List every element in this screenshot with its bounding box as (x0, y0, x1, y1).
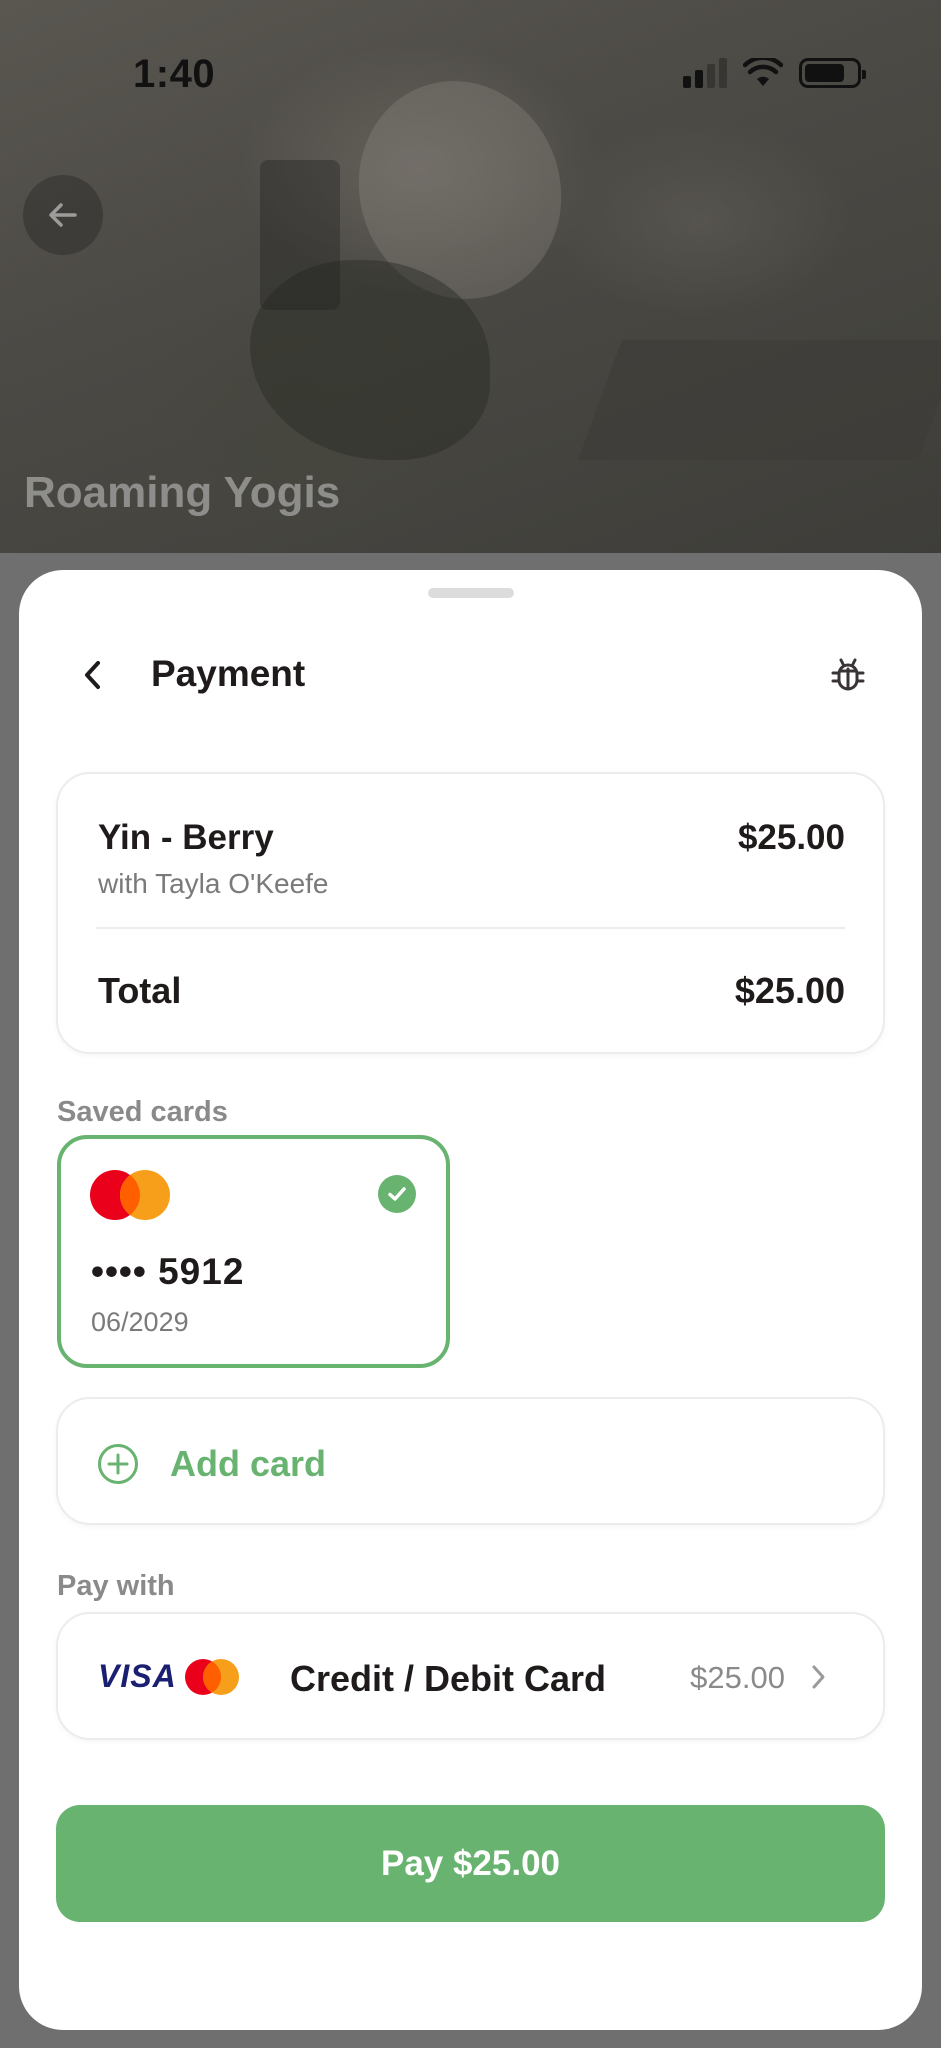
saved-cards-label: Saved cards (57, 1096, 228, 1128)
chevron-left-icon (85, 661, 100, 689)
pay-button[interactable]: Pay $25.00 (56, 1805, 885, 1922)
divider (96, 927, 845, 929)
page-title: Payment (151, 653, 306, 694)
bug-icon (831, 658, 865, 691)
visa-icon: VISA (98, 1658, 177, 1694)
cellular-signal-icon (683, 58, 727, 88)
battery-icon (799, 58, 866, 88)
add-card-button[interactable]: Add card (56, 1397, 885, 1525)
back-button[interactable] (23, 175, 103, 255)
wifi-icon (743, 58, 783, 86)
order-summary-card: Yin - Berry with Tayla O'Keefe $25.00 To… (56, 772, 885, 1054)
total-value: $25.00 (734, 970, 845, 1011)
payment-method-amount: $25.00 (690, 1660, 785, 1695)
plus-circle-icon (98, 1444, 138, 1484)
hero-decor (260, 160, 340, 310)
add-card-label: Add card (170, 1443, 327, 1484)
class-name: Yin - Berry (98, 818, 274, 857)
sheet-grabber[interactable] (428, 588, 514, 598)
hero-image: 1:40 Roaming Yogis (0, 0, 941, 553)
payment-sheet: Payment Yin - Berry with Tayla O'Keefe $… (19, 570, 922, 2030)
payment-method-label: Credit / Debit Card (290, 1658, 607, 1699)
saved-card[interactable]: •••• 5912 06/2029 (57, 1135, 450, 1368)
mastercard-icon (184, 1658, 240, 1696)
item-price: $25.00 (737, 818, 845, 857)
hero-decor (578, 340, 941, 460)
studio-name: Roaming Yogis (24, 468, 341, 517)
pay-with-label: Pay with (57, 1570, 175, 1602)
header-back-button[interactable] (69, 651, 117, 699)
check-circle-icon (378, 1175, 416, 1213)
payment-method-row[interactable]: VISA Credit / Debit Card $25.00 (56, 1612, 885, 1740)
instructor-name: with Tayla O'Keefe (98, 868, 329, 899)
chevron-right-icon (803, 1662, 833, 1692)
mastercard-icon (89, 1169, 171, 1221)
arrow-left-icon (49, 203, 77, 227)
sheet-header: Payment (19, 625, 922, 725)
debug-button[interactable] (824, 651, 872, 699)
card-number: •••• 5912 (91, 1251, 245, 1292)
status-icons (683, 58, 866, 88)
card-expiry: 06/2029 (91, 1307, 189, 1337)
status-time: 1:40 (133, 52, 216, 96)
total-label: Total (98, 970, 182, 1011)
